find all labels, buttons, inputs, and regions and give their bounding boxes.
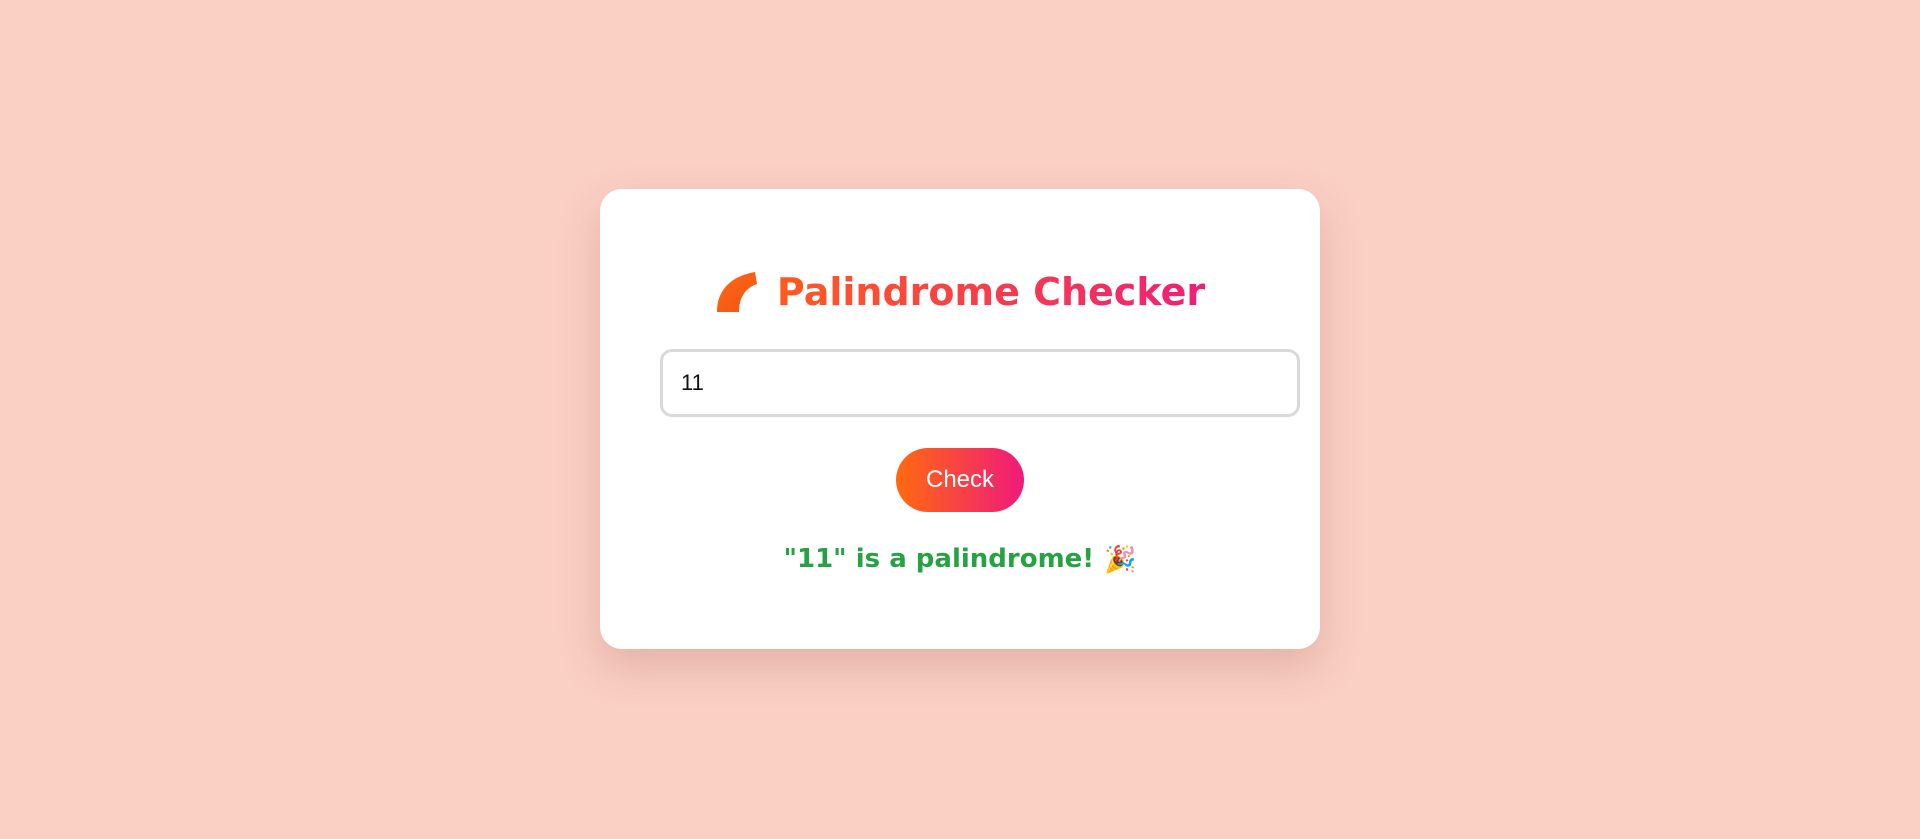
palindrome-card: Palindrome Checker Check "11" is a palin… — [600, 189, 1320, 649]
check-button[interactable]: Check — [896, 448, 1024, 512]
leaf-icon — [716, 272, 757, 312]
result-message: "11" is a palindrome! 🎉 — [600, 544, 1320, 575]
title-row: Palindrome Checker — [600, 267, 1320, 317]
party-popper-icon: 🎉 — [1104, 544, 1137, 575]
text-input[interactable] — [660, 349, 1300, 417]
page-title: Palindrome Checker — [777, 267, 1205, 317]
result-text: "11" is a palindrome! — [783, 544, 1095, 574]
